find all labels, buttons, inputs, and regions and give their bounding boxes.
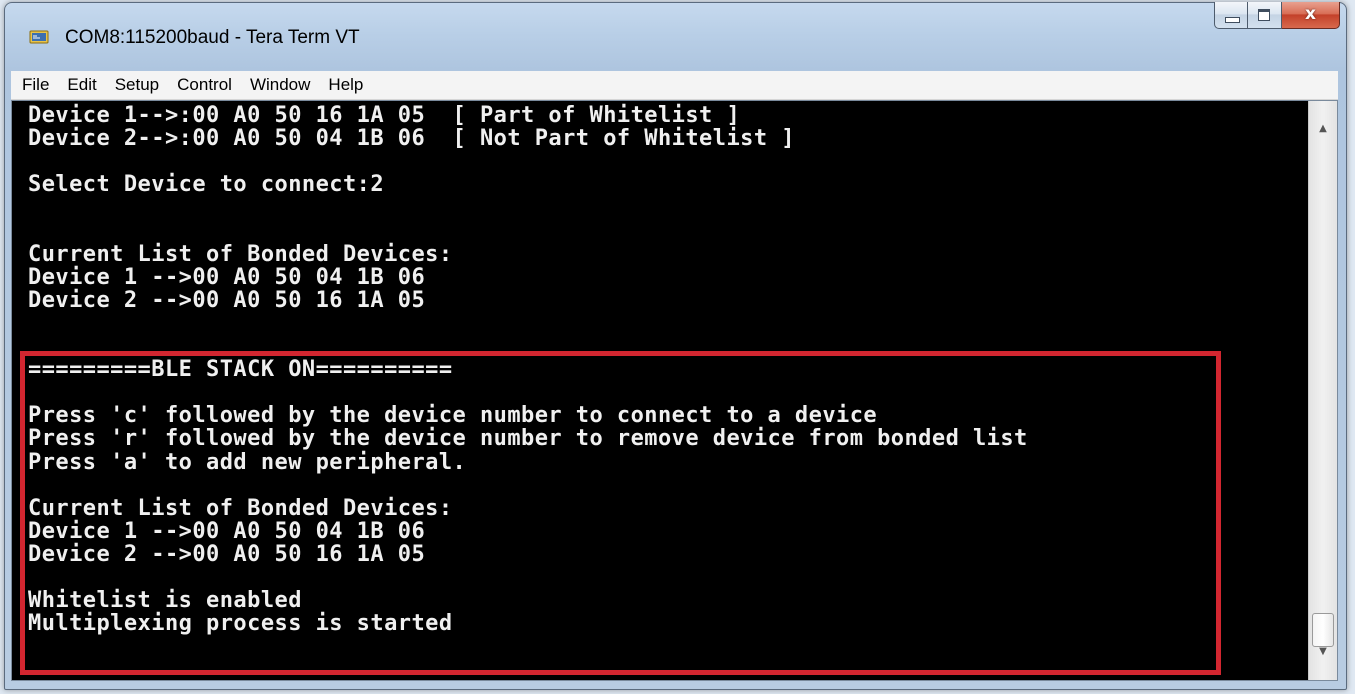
- menu-setup[interactable]: Setup: [107, 75, 167, 95]
- caption-buttons: x: [1214, 2, 1340, 30]
- terminal-line: Select Device to connect:2: [28, 172, 385, 198]
- close-button[interactable]: x: [1282, 2, 1340, 29]
- maximize-button[interactable]: [1248, 2, 1282, 29]
- terminal-line: Current List of Bonded Devices:: [28, 241, 453, 267]
- terminal-line: Device 1 -->00 A0 50 04 1B 06: [28, 264, 426, 290]
- menu-edit[interactable]: Edit: [59, 75, 104, 95]
- terminal-line: Device 2 -->00 A0 50 16 1A 05: [28, 287, 426, 313]
- scroll-up-arrow-icon[interactable]: ▲: [1309, 115, 1337, 143]
- minimize-button[interactable]: [1214, 2, 1248, 29]
- terminal-line: Current List of Bonded Devices:: [28, 495, 453, 521]
- terminal-line: Press 'r' followed by the device number …: [28, 426, 1028, 452]
- minimize-icon: [1225, 17, 1240, 23]
- terminal-line: Device 2 -->00 A0 50 16 1A 05: [28, 541, 426, 567]
- menu-bar: File Edit Setup Control Window Help: [11, 71, 1338, 100]
- tera-term-icon: [29, 30, 49, 44]
- menu-file[interactable]: File: [11, 75, 57, 95]
- terminal-line: =========BLE STACK ON==========: [28, 357, 453, 383]
- terminal-line: Device 1 -->00 A0 50 04 1B 06: [28, 518, 426, 544]
- tera-term-window: COM8:115200baud - Tera Term VT x File Ed…: [4, 2, 1347, 690]
- scroll-down-arrow-icon[interactable]: ▼: [1309, 638, 1337, 666]
- terminal-line: Device 2-->:00 A0 50 04 1B 06 [ Not Part…: [28, 126, 795, 152]
- terminal-line: Press 'a' to add new peripheral.: [28, 449, 467, 475]
- window-title: COM8:115200baud - Tera Term VT: [65, 27, 360, 48]
- terminal-line: Whitelist is enabled: [28, 588, 302, 614]
- title-bar[interactable]: COM8:115200baud - Tera Term VT x: [5, 2, 1346, 65]
- close-icon: x: [1305, 4, 1316, 24]
- vertical-scrollbar[interactable]: ▲ ▼: [1308, 101, 1337, 680]
- maximize-icon: [1258, 9, 1270, 21]
- menu-help[interactable]: Help: [320, 75, 371, 95]
- terminal-line: Device 1-->:00 A0 50 16 1A 05 [ Part of …: [28, 103, 741, 128]
- menu-control[interactable]: Control: [169, 75, 240, 95]
- menu-window[interactable]: Window: [242, 75, 318, 95]
- terminal-screen[interactable]: Device 1-->:00 A0 50 16 1A 05 [ Part of …: [12, 101, 1309, 680]
- terminal-client-area: Device 1-->:00 A0 50 16 1A 05 [ Part of …: [11, 100, 1338, 681]
- terminal-line: Multiplexing process is started: [28, 611, 453, 637]
- terminal-line: Press 'c' followed by the device number …: [28, 403, 878, 429]
